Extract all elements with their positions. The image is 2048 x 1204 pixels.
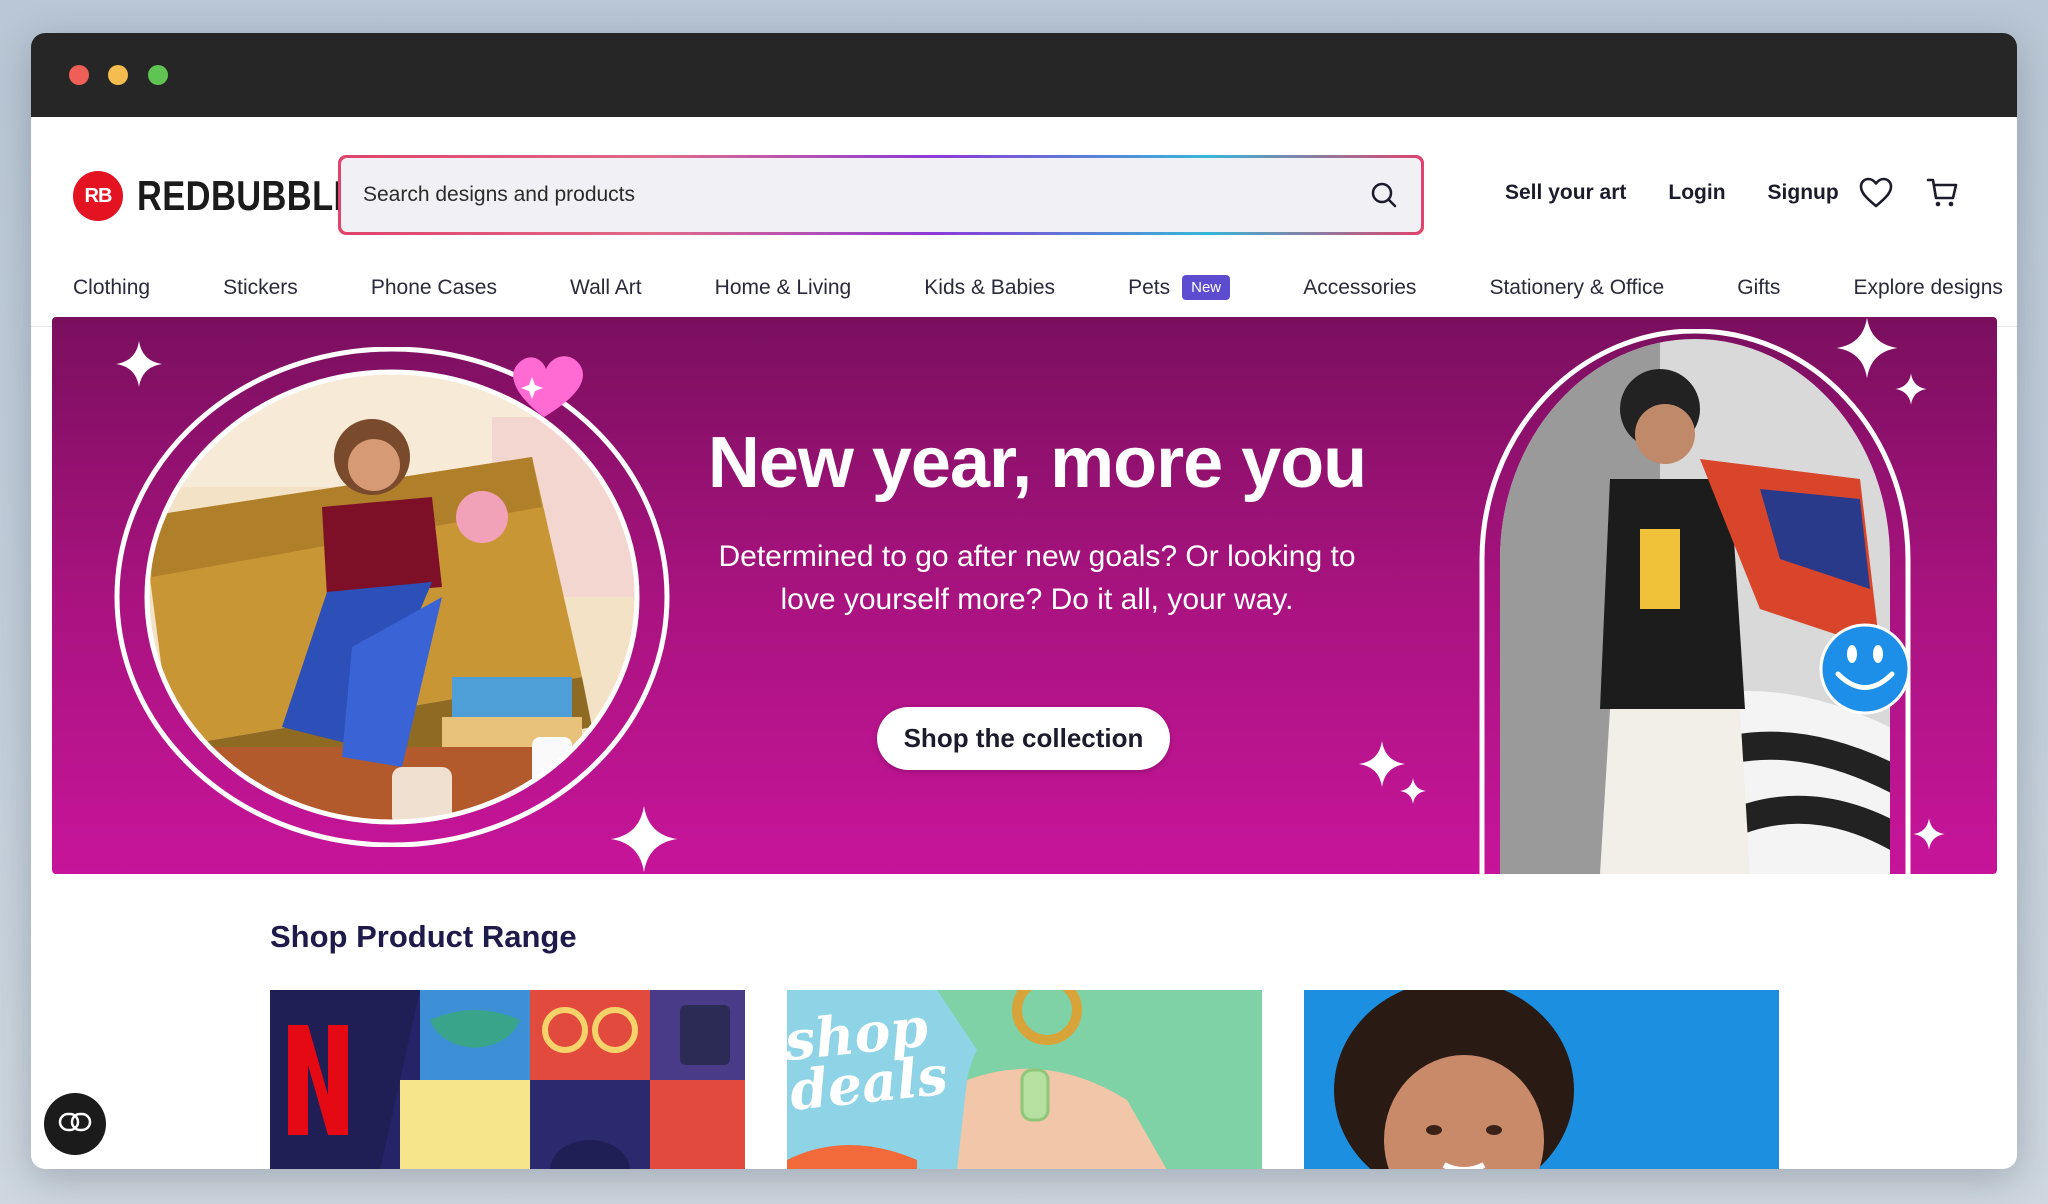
minimize-window-button[interactable] <box>108 65 128 85</box>
cart-icon[interactable] <box>1926 177 1960 214</box>
category-nav: Clothing Stickers Phone Cases Wall Art H… <box>73 275 2003 300</box>
nav-pets-label: Pets <box>1128 275 1171 299</box>
header-links: Sell your art Login Signup <box>1505 181 1839 205</box>
nav-stationery-office[interactable]: Stationery & Office <box>1489 276 1664 300</box>
close-window-button[interactable] <box>69 65 89 85</box>
nav-kids-babies[interactable]: Kids & Babies <box>924 276 1055 300</box>
nav-clothing[interactable]: Clothing <box>73 276 150 300</box>
product-range-title: Shop Product Range <box>270 919 577 954</box>
site-header: RB REDBUBBLE Sell your art Login Signup … <box>31 117 2017 327</box>
nav-pets[interactable]: Pets New <box>1128 275 1231 300</box>
maximize-window-button[interactable] <box>148 65 168 85</box>
sparkle-icon <box>610 805 678 873</box>
sparkle-icon <box>1400 778 1426 804</box>
nav-phone-cases[interactable]: Phone Cases <box>371 276 497 300</box>
sparkle-icon <box>116 341 162 387</box>
product-card[interactable]: shop deals <box>787 990 1262 1169</box>
product-card[interactable] <box>270 990 745 1169</box>
search-bar <box>338 155 1424 235</box>
hero-banner[interactable]: New year, more you Determined to go afte… <box>52 317 1997 874</box>
product-range-cards: shop deals <box>270 990 1779 1169</box>
new-badge: New <box>1182 275 1231 300</box>
product-card[interactable] <box>1304 990 1779 1169</box>
browser-window: RB REDBUBBLE Sell your art Login Signup … <box>31 33 2017 1169</box>
chat-button[interactable] <box>44 1093 106 1155</box>
heart-icon[interactable] <box>1859 177 1893 214</box>
nav-home-living[interactable]: Home & Living <box>715 276 852 300</box>
card-image <box>1304 990 1779 1169</box>
logo-wordmark: REDBUBBLE <box>137 172 357 219</box>
chat-icon <box>58 1112 92 1137</box>
login-link[interactable]: Login <box>1668 181 1725 205</box>
card-image <box>270 990 745 1169</box>
nav-explore-designs[interactable]: Explore designs <box>1853 276 2002 300</box>
search-input[interactable] <box>363 183 1263 207</box>
nav-wall-art[interactable]: Wall Art <box>570 276 642 300</box>
nav-accessories[interactable]: Accessories <box>1303 276 1416 300</box>
nav-gifts[interactable]: Gifts <box>1737 276 1780 300</box>
sell-your-art-link[interactable]: Sell your art <box>1505 181 1626 205</box>
hero-title: New year, more you <box>707 423 1367 503</box>
window-titlebar <box>31 33 2017 117</box>
shop-deals-text: shop deals <box>787 994 951 1123</box>
shop-collection-button[interactable]: Shop the collection <box>877 707 1170 770</box>
signup-link[interactable]: Signup <box>1768 181 1839 205</box>
hero-right-photo <box>1479 329 1911 874</box>
search-icon[interactable] <box>1369 180 1399 210</box>
nav-stickers[interactable]: Stickers <box>223 276 298 300</box>
hero-left-photo <box>114 347 670 847</box>
logo-badge: RB <box>73 171 123 221</box>
hero-subtitle: Determined to go after new goals? Or loo… <box>718 540 1356 616</box>
